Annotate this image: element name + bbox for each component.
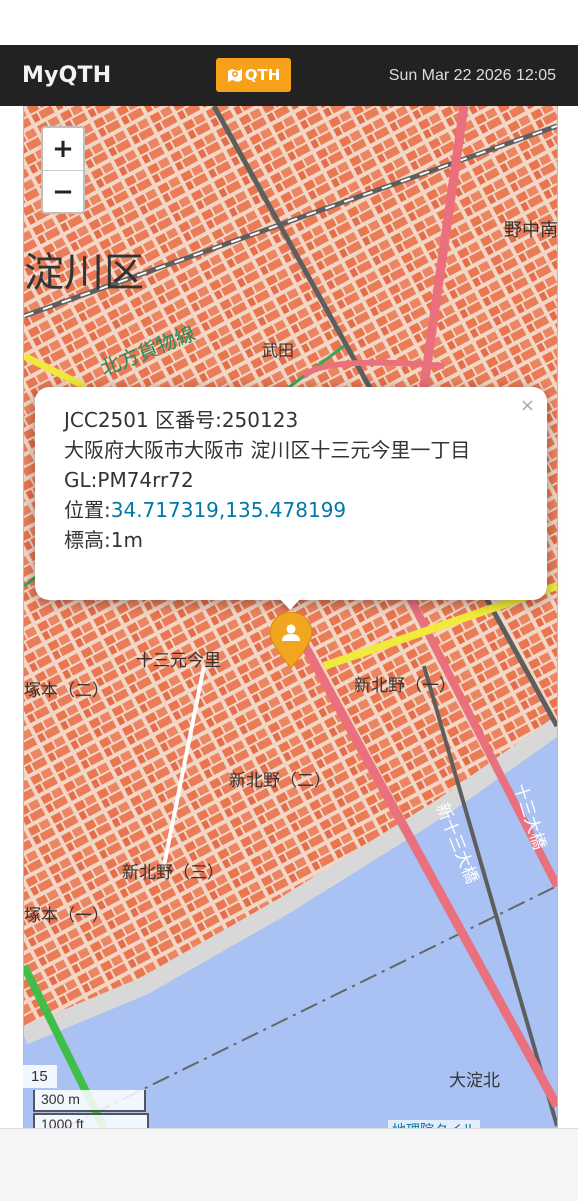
svg-text:大淀北: 大淀北 bbox=[449, 1071, 500, 1091]
location-popup: × JCC2501 区番号:250123 大阪府大阪市大阪市 淀川区十三元今里一… bbox=[35, 387, 547, 600]
svg-text:塚本（二）: 塚本（二） bbox=[24, 681, 109, 701]
svg-text:武田: 武田 bbox=[262, 341, 294, 360]
bottom-bar bbox=[0, 1128, 578, 1201]
popup-elevation: 標高:1m bbox=[64, 528, 143, 552]
svg-text:淀川区: 淀川区 bbox=[24, 250, 144, 296]
brand-title[interactable]: MyQTH bbox=[22, 45, 111, 106]
location-marker-icon[interactable] bbox=[268, 612, 314, 670]
qth-button-label: QTH bbox=[244, 66, 281, 84]
svg-text:新北野（二）: 新北野（二） bbox=[229, 771, 331, 791]
map-marker-icon bbox=[227, 69, 242, 82]
popup-position: 位置:34.717319,135.478199 bbox=[64, 495, 527, 525]
svg-text:塚本（一）: 塚本（一） bbox=[24, 906, 109, 926]
navbar: MyQTH QTH Sun Mar 22 2026 12:05 bbox=[0, 45, 578, 106]
svg-text:新北野（三）: 新北野（三） bbox=[122, 863, 224, 883]
zoom-level-indicator: 15 bbox=[23, 1065, 57, 1088]
popup-close-button[interactable]: × bbox=[520, 391, 535, 421]
svg-text:十三元今里: 十三元今里 bbox=[136, 651, 221, 671]
popup-tip bbox=[277, 596, 303, 610]
qth-button[interactable]: QTH bbox=[216, 58, 291, 92]
popup-gridlocator: GL:PM74rr72 bbox=[64, 468, 194, 492]
status-area bbox=[0, 0, 578, 45]
zoom-in-button[interactable]: + bbox=[43, 128, 83, 171]
scale-bar-metric: 300 m bbox=[33, 1090, 146, 1112]
popup-address: 大阪府大阪市大阪市 淀川区十三元今里一丁目 bbox=[64, 438, 471, 462]
position-coordinates-link[interactable]: 34.717319,135.478199 bbox=[111, 498, 346, 522]
zoom-out-button[interactable]: − bbox=[43, 171, 83, 213]
position-label: 位置: bbox=[64, 498, 111, 522]
svg-text:新北野（一）: 新北野（一） bbox=[354, 676, 456, 696]
zoom-control: + − bbox=[41, 126, 85, 214]
svg-text:野中南: 野中南 bbox=[504, 220, 557, 241]
datetime: Sun Mar 22 2026 12:05 bbox=[388, 67, 556, 84]
popup-jcc-line: JCC2501 区番号:250123 bbox=[64, 408, 299, 432]
